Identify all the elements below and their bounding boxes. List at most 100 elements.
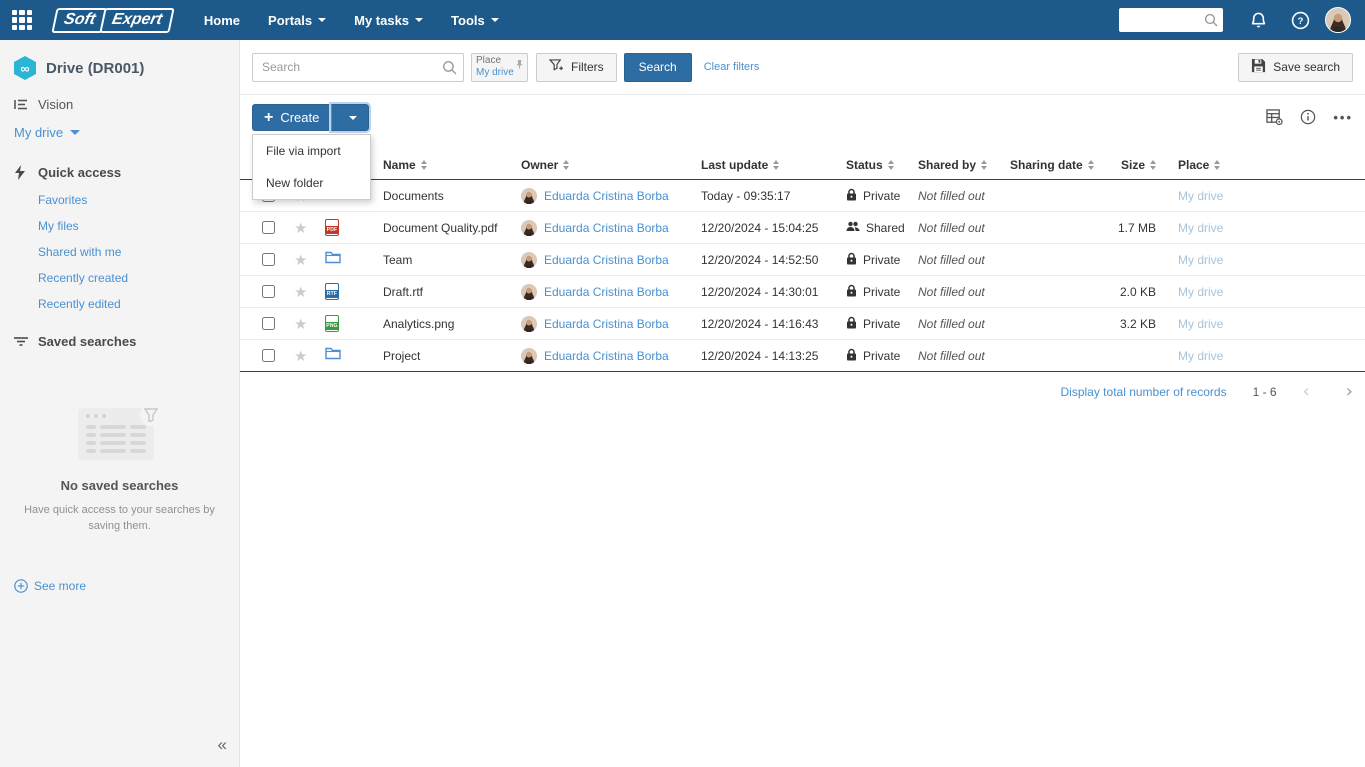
more-options-icon[interactable]: ••• bbox=[1333, 110, 1353, 125]
funnel-icon bbox=[139, 404, 162, 426]
menu-portals[interactable]: Portals bbox=[254, 0, 340, 40]
menu-item-new-folder[interactable]: New folder bbox=[253, 167, 370, 199]
table-row[interactable]: ★ Project Eduarda Cristina Borba 12/20/2… bbox=[240, 340, 1365, 372]
place-link[interactable]: My drive bbox=[1178, 349, 1223, 363]
svg-text:?: ? bbox=[1297, 16, 1303, 27]
chevron-down-icon bbox=[490, 18, 499, 22]
place-link[interactable]: My drive bbox=[1178, 221, 1223, 235]
create-button[interactable]: + Create bbox=[252, 104, 332, 131]
create-split-button: + Create bbox=[252, 102, 372, 133]
sidebar-item-recently-created[interactable]: Recently created bbox=[0, 265, 239, 291]
notifications-bell-icon[interactable] bbox=[1237, 0, 1279, 40]
owner-link[interactable]: Eduarda Cristina Borba bbox=[544, 189, 669, 203]
owner-link[interactable]: Eduarda Cristina Borba bbox=[544, 349, 669, 363]
last-update: 12/20/2024 - 15:04:25 bbox=[701, 220, 819, 235]
app-header: ∞ Drive (DR001) bbox=[0, 40, 239, 90]
row-checkbox[interactable] bbox=[262, 253, 275, 266]
row-checkbox[interactable] bbox=[262, 317, 275, 330]
info-icon[interactable] bbox=[1300, 109, 1316, 125]
table-body: ★ Documents Eduarda Cristina Borba Today… bbox=[240, 180, 1365, 372]
favorite-star-icon[interactable]: ★ bbox=[294, 283, 325, 301]
column-header-size[interactable]: Size bbox=[1106, 158, 1156, 172]
filters-button[interactable]: Filters bbox=[536, 52, 617, 82]
help-icon[interactable]: ? bbox=[1279, 0, 1321, 40]
column-header-shared-by[interactable]: Shared by bbox=[918, 158, 1010, 172]
status-label: Private bbox=[863, 188, 901, 203]
place-link[interactable]: My drive bbox=[1178, 253, 1223, 267]
column-header-status[interactable]: Status bbox=[846, 158, 918, 172]
save-search-button[interactable]: Save search bbox=[1238, 52, 1353, 82]
file-size: 2.0 KB bbox=[1119, 284, 1156, 299]
plus-icon: + bbox=[264, 108, 274, 126]
sidebar-item-my-drive[interactable]: My drive bbox=[0, 119, 239, 150]
owner-avatar bbox=[521, 315, 537, 332]
menu-tools[interactable]: Tools bbox=[437, 0, 513, 40]
sidebar-item-favorites[interactable]: Favorites bbox=[0, 187, 239, 213]
table-row[interactable]: ★ Documents Eduarda Cristina Borba Today… bbox=[240, 180, 1365, 212]
shared-by: Not filled out bbox=[918, 284, 985, 299]
favorite-star-icon[interactable]: ★ bbox=[294, 347, 325, 365]
row-checkbox[interactable] bbox=[262, 221, 275, 234]
column-header-name[interactable]: Name bbox=[383, 158, 521, 172]
previous-page-icon[interactable]: ‹ bbox=[1303, 383, 1310, 401]
sort-icon bbox=[1214, 159, 1221, 170]
see-more-link[interactable]: See more bbox=[0, 565, 239, 607]
sort-icon bbox=[773, 159, 780, 170]
menu-my-tasks[interactable]: My tasks bbox=[340, 0, 437, 40]
table-row[interactable]: ★ RTF Draft.rtf Eduarda Cristina Borba 1… bbox=[240, 276, 1365, 308]
column-header-owner[interactable]: Owner bbox=[521, 158, 701, 172]
empty-state-text: Have quick access to your searches by sa… bbox=[24, 504, 215, 532]
table-row[interactable]: ★ PDF Document Quality.pdf Eduarda Crist… bbox=[240, 212, 1365, 244]
sidebar-item-shared-with-me[interactable]: Shared with me bbox=[0, 239, 239, 265]
favorite-star-icon[interactable]: ★ bbox=[294, 219, 325, 237]
table-header: Name Owner Last update Status Shared by … bbox=[240, 150, 1365, 180]
search-input[interactable] bbox=[252, 52, 464, 82]
display-total-link[interactable]: Display total number of records bbox=[1061, 385, 1227, 399]
last-update: 12/20/2024 - 14:30:01 bbox=[701, 284, 819, 299]
plus-circle-icon bbox=[14, 579, 28, 593]
last-update: 12/20/2024 - 14:13:25 bbox=[701, 348, 819, 363]
clear-filters-link[interactable]: Clear filters bbox=[704, 61, 760, 73]
filter-lines-icon bbox=[14, 336, 30, 347]
favorite-star-icon[interactable]: ★ bbox=[294, 251, 325, 269]
sidebar-item-vision[interactable]: Vision bbox=[0, 90, 239, 119]
place-link[interactable]: My drive bbox=[1178, 189, 1223, 203]
file-size: 1.7 MB bbox=[1117, 220, 1156, 235]
owner-link[interactable]: Eduarda Cristina Borba bbox=[544, 317, 669, 331]
table-row[interactable]: ★ PNG Analytics.png Eduarda Cristina Bor… bbox=[240, 308, 1365, 340]
column-header-place[interactable]: Place bbox=[1178, 158, 1221, 172]
lightning-icon bbox=[14, 165, 30, 180]
place-link[interactable]: My drive bbox=[1178, 317, 1223, 331]
row-checkbox[interactable] bbox=[262, 285, 275, 298]
softexpert-logo[interactable]: Soft Expert bbox=[51, 7, 175, 33]
column-header-sharing-date[interactable]: Sharing date bbox=[1010, 158, 1106, 172]
shared-by: Not filled out bbox=[918, 220, 985, 235]
sidebar-item-recently-edited[interactable]: Recently edited bbox=[0, 291, 239, 317]
file-type-icon: PNG bbox=[325, 315, 339, 332]
row-checkbox[interactable] bbox=[262, 349, 275, 362]
menu-item-file-via-import[interactable]: File via import bbox=[253, 135, 370, 167]
owner-link[interactable]: Eduarda Cristina Borba bbox=[544, 285, 669, 299]
column-header-last-update[interactable]: Last update bbox=[701, 158, 846, 172]
sidebar-item-my-files[interactable]: My files bbox=[0, 213, 239, 239]
table-row[interactable]: ★ Team Eduarda Cristina Borba 12/20/2024… bbox=[240, 244, 1365, 276]
next-page-icon[interactable]: › bbox=[1346, 383, 1353, 401]
place-filter-button[interactable]: Place My drive bbox=[471, 52, 528, 82]
app-launcher-icon[interactable] bbox=[12, 10, 32, 30]
user-avatar[interactable] bbox=[1325, 7, 1351, 33]
search-button[interactable]: Search bbox=[623, 52, 692, 82]
create-dropdown-toggle[interactable] bbox=[329, 102, 372, 133]
menu-home[interactable]: Home bbox=[190, 0, 254, 40]
file-name: Document Quality.pdf bbox=[383, 220, 498, 235]
empty-searches-illustration bbox=[77, 404, 162, 462]
table-settings-icon[interactable] bbox=[1266, 109, 1283, 125]
owner-link[interactable]: Eduarda Cristina Borba bbox=[544, 221, 669, 235]
lock-icon bbox=[846, 348, 857, 364]
sort-icon bbox=[1087, 159, 1094, 170]
owner-link[interactable]: Eduarda Cristina Borba bbox=[544, 253, 669, 267]
favorite-star-icon[interactable]: ★ bbox=[294, 315, 325, 333]
place-link[interactable]: My drive bbox=[1178, 285, 1223, 299]
top-navbar: Soft Expert Home Portals My tasks Tools … bbox=[0, 0, 1365, 40]
collapse-sidebar-button[interactable]: « bbox=[218, 735, 227, 755]
list-footer: Display total number of records 1 - 6 ‹ … bbox=[240, 372, 1365, 401]
